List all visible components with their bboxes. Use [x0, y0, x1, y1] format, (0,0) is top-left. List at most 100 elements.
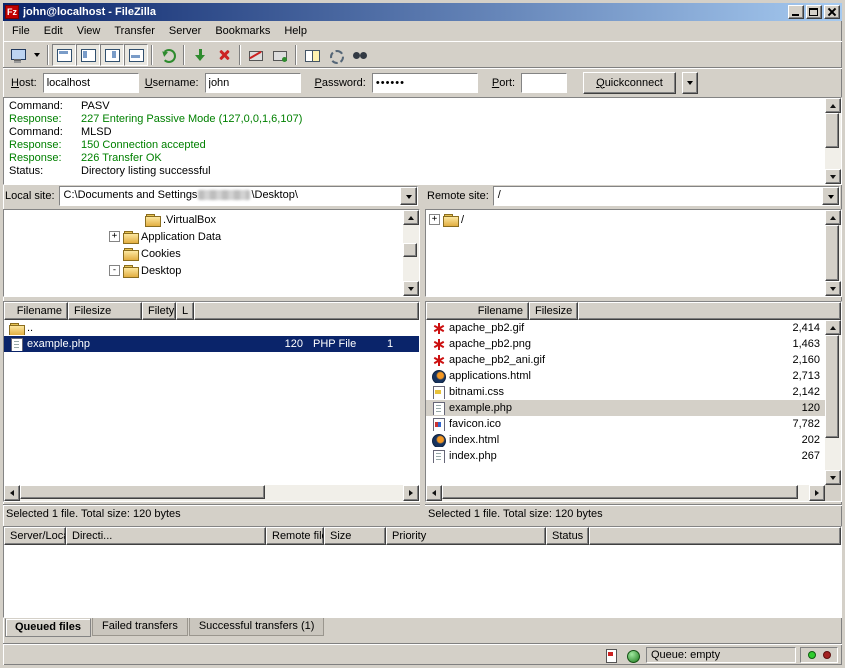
menubar: File Edit View Transfer Server Bookmarks…	[3, 21, 842, 41]
column-header[interactable]: L	[176, 302, 194, 320]
file-row[interactable]: applications.html 2,713	[426, 368, 825, 384]
host-input[interactable]	[43, 73, 139, 93]
site-manager-button[interactable]	[6, 44, 30, 66]
queue-tab[interactable]: Successful transfers (1)	[189, 618, 325, 636]
password-input[interactable]	[372, 73, 478, 93]
column-header[interactable]: Remote file	[266, 527, 324, 545]
scroll-down-button[interactable]	[825, 169, 841, 184]
titlebar[interactable]: Fz john@localhost - FileZilla	[3, 3, 842, 21]
tree-item-label: /	[461, 214, 464, 226]
scroll-down-button[interactable]	[825, 281, 841, 296]
sync-browsing-button[interactable]	[324, 44, 348, 66]
column-header[interactable]: Filetype	[142, 302, 176, 320]
local-tree-scrollbar[interactable]	[403, 210, 419, 296]
toggle-remote-tree-button[interactable]	[100, 44, 124, 66]
minimize-button[interactable]	[788, 5, 804, 19]
directory-compare-button[interactable]	[300, 44, 324, 66]
find-files-button[interactable]	[348, 44, 372, 66]
menu-item[interactable]: Bookmarks	[208, 23, 277, 39]
scrollbar-thumb[interactable]	[825, 335, 839, 438]
menu-item[interactable]: View	[70, 23, 108, 39]
column-header[interactable]: Server/Local file	[4, 527, 66, 545]
disconnect-button[interactable]	[244, 44, 268, 66]
column-header[interactable]: Filename	[426, 302, 529, 320]
port-input[interactable]	[521, 73, 567, 93]
remote-tree-scrollbar[interactable]	[825, 210, 841, 296]
menu-item[interactable]: File	[5, 23, 37, 39]
remote-list-scrollbar[interactable]	[825, 320, 841, 485]
remote-site-dropdown[interactable]	[822, 187, 839, 205]
file-name: apache_pb2_ani.gif	[449, 354, 545, 366]
username-input[interactable]	[205, 73, 301, 93]
local-site-dropdown[interactable]	[400, 187, 417, 205]
queue-tab[interactable]: Queued files	[5, 618, 91, 637]
file-row[interactable]: example.php 120	[426, 400, 825, 416]
quickconnect-dropdown[interactable]	[682, 72, 698, 94]
process-queue-button[interactable]	[188, 44, 212, 66]
scroll-down-button[interactable]	[825, 470, 841, 485]
toggle-queue-button[interactable]	[124, 44, 148, 66]
scrollbar-thumb[interactable]	[403, 243, 417, 258]
file-row[interactable]: index.html 202	[426, 432, 825, 448]
column-header[interactable]: Priority	[386, 527, 546, 545]
tree-toggle[interactable]: +	[109, 231, 120, 242]
queue-tab[interactable]: Failed transfers	[92, 618, 188, 636]
quickconnect-button[interactable]: Quickconnect	[583, 72, 676, 94]
scroll-down-button[interactable]	[403, 281, 419, 296]
tree-item[interactable]: - Desktop	[4, 262, 403, 279]
local-list-hscrollbar[interactable]	[4, 485, 419, 501]
local-site-combobox[interactable]: C:\Documents and Settings\Desktop\	[59, 186, 418, 206]
file-row[interactable]: apache_pb2.gif 2,414	[426, 320, 825, 336]
close-button[interactable]	[824, 5, 840, 19]
tree-item[interactable]: + /	[426, 211, 825, 228]
scroll-up-button[interactable]	[403, 210, 419, 225]
toggle-local-tree-button[interactable]	[76, 44, 100, 66]
file-row[interactable]: example.php 120 PHP File 1	[4, 336, 419, 352]
log-scrollbar[interactable]	[825, 98, 841, 184]
local-directory-tree: .VirtualBox + Application Data Cookies	[4, 210, 403, 296]
file-row[interactable]: index.php 267	[426, 448, 825, 464]
tree-item[interactable]: Cookies	[4, 245, 403, 262]
menu-item[interactable]: Help	[277, 23, 314, 39]
remote-list-hscrollbar[interactable]	[426, 485, 841, 501]
refresh-button[interactable]	[156, 44, 180, 66]
scroll-left-button[interactable]	[4, 485, 20, 501]
scroll-up-button[interactable]	[825, 210, 841, 225]
scroll-right-button[interactable]	[809, 485, 825, 501]
menu-item[interactable]: Transfer	[107, 23, 162, 39]
tree-toggle[interactable]: +	[429, 214, 440, 225]
file-row[interactable]: favicon.ico 7,782	[426, 416, 825, 432]
tree-item[interactable]: .VirtualBox	[4, 211, 403, 228]
menu-item[interactable]: Server	[162, 23, 208, 39]
tree-toggle[interactable]: -	[109, 265, 120, 276]
scrollbar-thumb[interactable]	[442, 485, 798, 499]
log-lines: Command:PASV Response:227 Entering Passi…	[4, 98, 825, 184]
remote-site-combobox[interactable]: /	[493, 186, 840, 206]
file-row[interactable]: bitnami.css 2,142	[426, 384, 825, 400]
file-row[interactable]: ..	[4, 320, 419, 336]
scroll-up-button[interactable]	[825, 98, 841, 113]
scroll-left-button[interactable]	[426, 485, 442, 501]
scrollbar-thumb[interactable]	[825, 225, 839, 281]
column-header[interactable]: Directi...	[66, 527, 266, 545]
scroll-right-button[interactable]	[403, 485, 419, 501]
column-header[interactable]: Size	[324, 527, 386, 545]
scrollbar-thumb[interactable]	[20, 485, 265, 499]
file-row[interactable]: apache_pb2_ani.gif 2,160	[426, 352, 825, 368]
site-manager-dropdown[interactable]	[30, 44, 44, 66]
reconnect-button[interactable]	[268, 44, 292, 66]
menu-item[interactable]: Edit	[37, 23, 70, 39]
column-header[interactable]: Filesize	[529, 302, 578, 320]
column-header[interactable]: Status	[546, 527, 589, 545]
column-header[interactable]: Filename	[4, 302, 68, 320]
maximize-button[interactable]	[806, 5, 822, 19]
file-row[interactable]: apache_pb2.png 1,463	[426, 336, 825, 352]
speed-limit-icon[interactable]	[624, 647, 642, 663]
cancel-button[interactable]	[212, 44, 236, 66]
scroll-up-button[interactable]	[825, 320, 841, 335]
scrollbar-thumb[interactable]	[825, 113, 839, 148]
transfer-type-icon[interactable]	[602, 647, 620, 663]
tree-item[interactable]: + Application Data	[4, 228, 403, 245]
column-header[interactable]: Filesize	[68, 302, 142, 320]
toggle-message-log-button[interactable]	[52, 44, 76, 66]
